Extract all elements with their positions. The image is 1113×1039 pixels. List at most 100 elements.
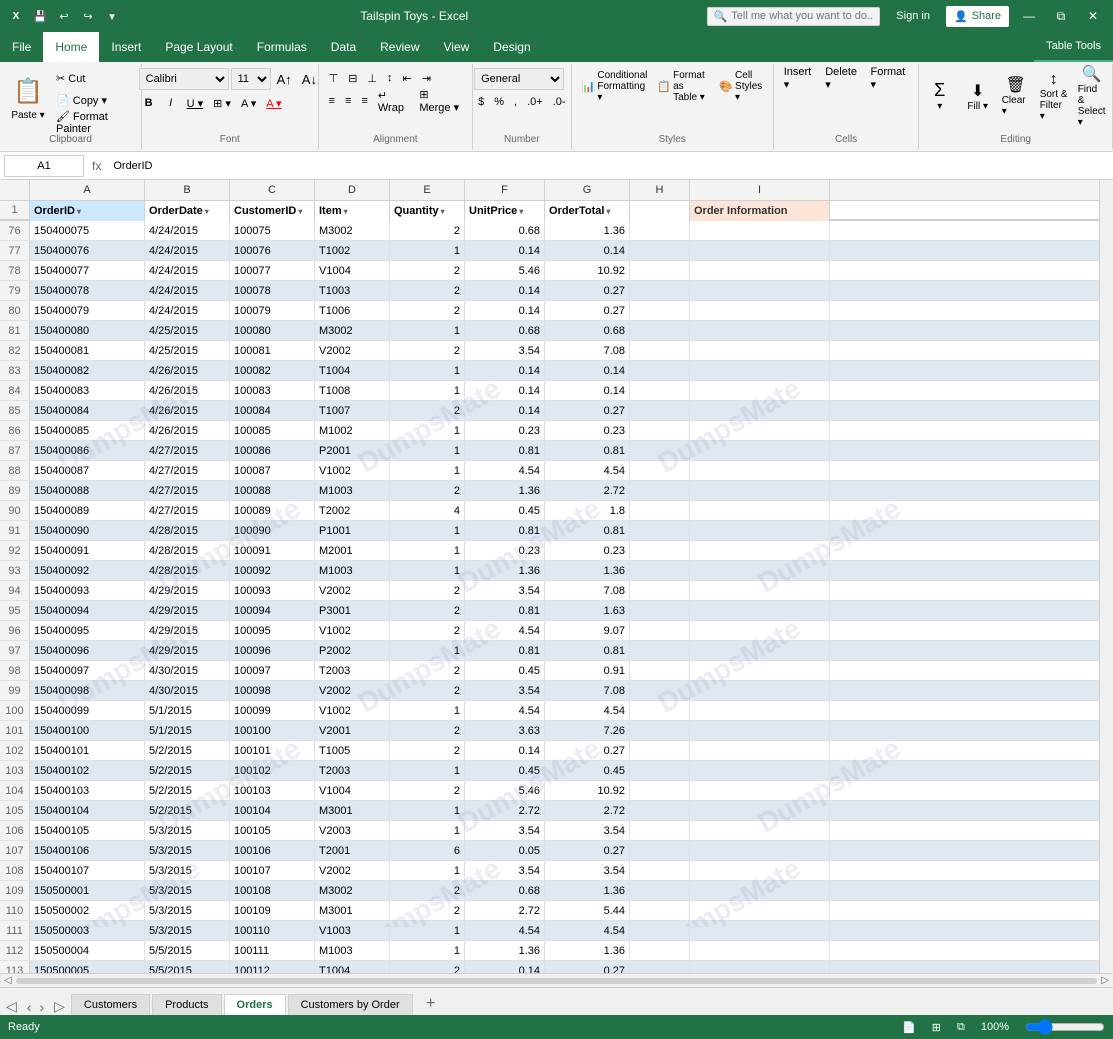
cell-unitprice[interactable]: 4.54	[465, 921, 545, 941]
cell-order-info[interactable]	[690, 801, 830, 821]
format-painter-button[interactable]: 🖌 Format Painter	[52, 112, 135, 132]
table-row[interactable]: 99 150400098 4/30/2015 100098 V2002 2 3.…	[0, 681, 1099, 701]
cell-orderid[interactable]: 150400099	[30, 701, 145, 721]
italic-button[interactable]: I	[161, 93, 181, 113]
sheet-tab-orders[interactable]: Orders	[224, 994, 286, 1015]
cell-quantity[interactable]: 1	[390, 921, 465, 941]
cell-orderid[interactable]: 150400077	[30, 261, 145, 281]
cell-customerid[interactable]: 100096	[230, 641, 315, 661]
cell-order-info[interactable]	[690, 621, 830, 641]
menu-data[interactable]: Data	[319, 32, 368, 62]
cell-orderid[interactable]: 150400091	[30, 541, 145, 561]
paste-button[interactable]: 📋	[10, 72, 46, 110]
cell-item[interactable]: T2003	[315, 761, 390, 781]
table-row[interactable]: 97 150400096 4/29/2015 100096 P2002 1 0.…	[0, 641, 1099, 661]
cell-order-info[interactable]	[690, 401, 830, 421]
cell-orderdate[interactable]: 4/24/2015	[145, 221, 230, 241]
cell-item[interactable]: V1002	[315, 701, 390, 721]
menu-view[interactable]: View	[432, 32, 482, 62]
cell-unitprice[interactable]: 0.14	[465, 241, 545, 261]
cell-unitprice[interactable]: 2.72	[465, 801, 545, 821]
cell-customerid[interactable]: 100091	[230, 541, 315, 561]
cell-ordertotal[interactable]: 0.14	[545, 381, 630, 401]
table-row[interactable]: 85 150400084 4/26/2015 100084 T1007 2 0.…	[0, 401, 1099, 421]
cell-h[interactable]	[630, 761, 690, 781]
cell-order-info[interactable]	[690, 881, 830, 901]
sheet-tab-products[interactable]: Products	[152, 994, 221, 1015]
cell-order-info[interactable]	[690, 461, 830, 481]
table-row[interactable]: 79 150400078 4/24/2015 100078 T1003 2 0.…	[0, 281, 1099, 301]
cell-unitprice[interactable]: 0.14	[465, 961, 545, 973]
cell-h[interactable]	[630, 841, 690, 861]
cell-orderdate[interactable]: 5/3/2015	[145, 841, 230, 861]
cell-ordertotal[interactable]: 0.27	[545, 301, 630, 321]
cell-orderid[interactable]: 150400082	[30, 361, 145, 381]
restore-button[interactable]: ⧉	[1049, 4, 1073, 28]
cell-h[interactable]	[630, 401, 690, 421]
cell-orderdate[interactable]: 5/3/2015	[145, 881, 230, 901]
table-row[interactable]: 90 150400089 4/27/2015 100089 T2002 4 0.…	[0, 501, 1099, 521]
cell-unitprice[interactable]: 0.81	[465, 641, 545, 661]
cell-orderid[interactable]: 150500002	[30, 901, 145, 921]
cell-order-info[interactable]	[690, 921, 830, 941]
cell-unitprice[interactable]: 0.14	[465, 741, 545, 761]
cell-orderdate[interactable]: 5/3/2015	[145, 901, 230, 921]
cell-item[interactable]: V1004	[315, 261, 390, 281]
cell-item[interactable]: M2001	[315, 541, 390, 561]
cell-reference-box[interactable]	[4, 155, 84, 177]
cell-ordertotal[interactable]: 7.08	[545, 341, 630, 361]
conditional-formatting-button[interactable]: 📊 ConditionalFormatting ▾	[578, 68, 652, 105]
cell-quantity[interactable]: 1	[390, 541, 465, 561]
cell-ordertotal[interactable]: 3.54	[545, 861, 630, 881]
cell-quantity[interactable]: 2	[390, 301, 465, 321]
cell-item[interactable]: V2002	[315, 341, 390, 361]
decrease-font-button[interactable]: A↓	[298, 69, 321, 89]
cell-ordertotal[interactable]: 5.44	[545, 901, 630, 921]
cell-quantity[interactable]: 2	[390, 581, 465, 601]
cell-h[interactable]	[630, 441, 690, 461]
cell-item[interactable]: P2001	[315, 441, 390, 461]
cell-orderid[interactable]: 150400105	[30, 821, 145, 841]
cell-unitprice[interactable]: 0.45	[465, 501, 545, 521]
cell-orderid[interactable]: 150400083	[30, 381, 145, 401]
percent-button[interactable]: %	[490, 92, 508, 112]
cell-item[interactable]: P2002	[315, 641, 390, 661]
cell-h[interactable]	[630, 721, 690, 741]
cell-orderdate[interactable]: 4/29/2015	[145, 581, 230, 601]
cell-quantity[interactable]: 1	[390, 941, 465, 961]
cell-orderdate[interactable]: 4/24/2015	[145, 241, 230, 261]
wrap-text-button[interactable]: ↵ Wrap	[374, 91, 413, 111]
cell-orderid[interactable]: 150400084	[30, 401, 145, 421]
number-format-select[interactable]: General Number Currency Percentage	[474, 68, 564, 90]
table-row[interactable]: 80 150400079 4/24/2015 100079 T1006 2 0.…	[0, 301, 1099, 321]
underline-button[interactable]: U ▾	[183, 93, 208, 113]
cell-ordertotal[interactable]: 0.45	[545, 761, 630, 781]
fill-color-button[interactable]: A ▾	[237, 93, 260, 113]
cell-orderdate[interactable]: 4/26/2015	[145, 381, 230, 401]
cell-item[interactable]: V1003	[315, 921, 390, 941]
cell-quantity[interactable]: 2	[390, 881, 465, 901]
cell-quantity[interactable]: 6	[390, 841, 465, 861]
cell-quantity[interactable]: 1	[390, 861, 465, 881]
table-row[interactable]: 94 150400093 4/29/2015 100093 V2002 2 3.…	[0, 581, 1099, 601]
cell-item[interactable]: P1001	[315, 521, 390, 541]
cell-quantity[interactable]: 2	[390, 341, 465, 361]
font-color-button[interactable]: A ▾	[262, 93, 285, 113]
cell-customerid[interactable]: 100106	[230, 841, 315, 861]
cell-orderid[interactable]: 150400086	[30, 441, 145, 461]
cell-orderdate[interactable]: 5/1/2015	[145, 721, 230, 741]
cell-customerid[interactable]: 100090	[230, 521, 315, 541]
align-center-button[interactable]: ≡	[341, 91, 355, 111]
cell-ordertotal[interactable]: 1.36	[545, 221, 630, 241]
table-row[interactable]: 110 150500002 5/3/2015 100109 M3001 2 2.…	[0, 901, 1099, 921]
cell-orderdate[interactable]: 4/26/2015	[145, 421, 230, 441]
cell-order-info[interactable]	[690, 321, 830, 341]
clear-button[interactable]: 🗑 Clear ▾	[998, 68, 1034, 124]
cell-customerid[interactable]: 100095	[230, 621, 315, 641]
cell-unitprice[interactable]: 3.54	[465, 341, 545, 361]
cell-ordertotal[interactable]: 3.54	[545, 821, 630, 841]
cell-quantity[interactable]: 2	[390, 601, 465, 621]
cell-orderdate[interactable]: 4/24/2015	[145, 261, 230, 281]
cell-order-info[interactable]	[690, 581, 830, 601]
cell-ordertotal[interactable]: 0.23	[545, 421, 630, 441]
